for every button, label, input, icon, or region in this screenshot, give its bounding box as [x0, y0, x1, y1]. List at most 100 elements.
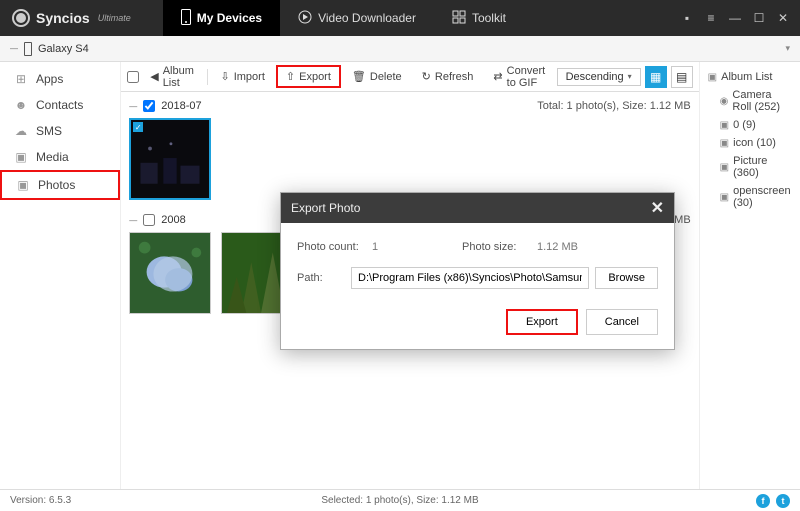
album-label: 0 (9)	[733, 119, 756, 131]
collapse-icon[interactable]: —	[129, 216, 137, 225]
photo-thumbnail[interactable]: ✓	[129, 118, 211, 200]
dialog-title: Export Photo	[291, 201, 360, 215]
tab-toolkit[interactable]: Toolkit	[434, 0, 524, 36]
sidebar-item-apps[interactable]: ⊞ Apps	[0, 66, 120, 92]
album-label: icon (10)	[733, 137, 776, 149]
chevron-down-icon[interactable]: ▾	[785, 43, 790, 54]
tab-label: My Devices	[197, 11, 262, 25]
refresh-button[interactable]: ↻ Refresh	[413, 66, 483, 87]
list-view-icon: ▤	[676, 70, 687, 84]
group-checkbox[interactable]	[143, 100, 155, 112]
device-name[interactable]: Galaxy S4	[38, 43, 779, 55]
nav-tabs: My Devices Video Downloader Toolkit	[163, 0, 524, 36]
album-label: openscreen (30)	[733, 185, 792, 209]
sort-label: Descending	[566, 71, 624, 83]
folder-icon: ▣	[708, 72, 717, 83]
group-checkbox[interactable]	[143, 214, 155, 226]
grid-icon	[452, 10, 466, 27]
view-list-button[interactable]: ▤	[671, 66, 693, 88]
grid-view-icon: ▦	[650, 70, 661, 84]
photos-icon: ▣	[16, 178, 30, 192]
sort-dropdown[interactable]: Descending ▾	[557, 68, 641, 86]
trash-icon: 🗑	[352, 70, 366, 83]
content-toolbar: ◀ Album List ⇩ Import ⇧ Export 🗑 Delete …	[121, 62, 698, 92]
version-label: Version: 6.5.3	[10, 495, 71, 506]
app-header: Syncios Ultimate My Devices Video Downlo…	[0, 0, 800, 36]
sidebar-item-label: SMS	[36, 124, 62, 138]
path-input[interactable]	[351, 267, 589, 289]
logo-icon	[12, 9, 30, 27]
sms-icon: ☁	[14, 124, 28, 138]
select-all-checkbox[interactable]	[127, 71, 139, 83]
collapse-icon[interactable]: —	[129, 102, 137, 111]
separator	[207, 69, 208, 85]
convert-gif-button[interactable]: ⇄ Convert to GIF	[484, 61, 554, 93]
image-icon: ▣	[720, 120, 729, 131]
brand-edition: Ultimate	[98, 13, 131, 23]
close-button[interactable]: ✕	[776, 11, 790, 25]
refresh-icon: ↻	[422, 70, 431, 83]
close-icon[interactable]: ✕	[651, 198, 664, 218]
tool-label: Export	[299, 71, 331, 83]
album-label: Camera Roll (252)	[732, 89, 792, 113]
tool-label: Refresh	[435, 71, 474, 83]
device-selector-row: — Galaxy S4 ▾	[0, 36, 800, 62]
photo-size-label: Photo size:	[462, 241, 537, 253]
group-stats: Total: 1 photo(s), Size: 1.12 MB	[537, 100, 690, 112]
camera-icon: ◉	[720, 96, 729, 107]
check-icon: ✓	[133, 122, 143, 132]
message-icon[interactable]: ▪	[680, 11, 694, 25]
export-button[interactable]: ⇧ Export	[276, 65, 341, 88]
selection-status: Selected: 1 photo(s), Size: 1.12 MB	[321, 495, 478, 506]
export-confirm-button[interactable]: Export	[506, 309, 578, 335]
maximize-button[interactable]: ☐	[752, 11, 766, 25]
heading-label: Album List	[721, 71, 772, 83]
sidebar-item-sms[interactable]: ☁ SMS	[0, 118, 120, 144]
tab-label: Toolkit	[472, 11, 506, 25]
album-item[interactable]: ◉ Camera Roll (252)	[706, 86, 794, 116]
album-label: Picture (360)	[733, 155, 792, 179]
right-panel: ▣ Album List ◉ Camera Roll (252) ▣ 0 (9)…	[700, 62, 800, 489]
export-icon: ⇧	[286, 70, 295, 83]
photo-count-label: Photo count:	[297, 241, 372, 253]
facebook-icon[interactable]: f	[756, 494, 770, 508]
status-bar: Version: 6.5.3 Selected: 1 photo(s), Siz…	[0, 489, 800, 511]
album-list-button[interactable]: ◀ Album List	[141, 61, 203, 93]
album-list-heading[interactable]: ▣ Album List	[706, 68, 794, 86]
delete-button[interactable]: 🗑 Delete	[343, 66, 411, 87]
export-photo-dialog: Export Photo ✕ Photo count: 1 Photo size…	[280, 192, 675, 350]
tab-label: Video Downloader	[318, 11, 416, 25]
app-logo: Syncios Ultimate	[0, 9, 143, 27]
path-label: Path:	[297, 272, 345, 284]
image-icon: ▣	[720, 138, 729, 149]
menu-icon[interactable]: ≡	[704, 11, 718, 25]
tool-label: Album List	[163, 65, 194, 89]
twitter-icon[interactable]: t	[776, 494, 790, 508]
album-item[interactable]: ▣ openscreen (30)	[706, 182, 794, 212]
brand-name: Syncios	[36, 10, 90, 26]
album-item[interactable]: ▣ 0 (9)	[706, 116, 794, 134]
group-header: — 2018-07 Total: 1 photo(s), Size: 1.12 …	[129, 96, 690, 118]
photo-count-value: 1	[372, 241, 462, 253]
sidebar-item-photos[interactable]: ▣ Photos	[0, 170, 120, 200]
cancel-button[interactable]: Cancel	[586, 309, 658, 335]
browse-button[interactable]: Browse	[595, 267, 658, 289]
dialog-header: Export Photo ✕	[281, 193, 674, 223]
tab-video-downloader[interactable]: Video Downloader	[280, 0, 434, 36]
tool-label: Delete	[370, 71, 402, 83]
import-icon: ⇩	[220, 70, 229, 83]
album-item[interactable]: ▣ icon (10)	[706, 134, 794, 152]
album-item[interactable]: ▣ Picture (360)	[706, 152, 794, 182]
sidebar-item-label: Media	[36, 150, 69, 164]
collapse-icon[interactable]: —	[10, 44, 18, 53]
view-grid-button[interactable]: ▦	[645, 66, 667, 88]
sidebar-item-contacts[interactable]: ☻ Contacts	[0, 92, 120, 118]
group-name: 2018-07	[161, 100, 201, 112]
image-icon: ▣	[720, 162, 729, 173]
window-controls: ▪ ≡ — ☐ ✕	[670, 11, 800, 25]
photo-thumbnail[interactable]	[129, 232, 211, 314]
minimize-button[interactable]: —	[728, 11, 742, 25]
tab-my-devices[interactable]: My Devices	[163, 0, 280, 36]
sidebar-item-media[interactable]: ▣ Media	[0, 144, 120, 170]
import-button[interactable]: ⇩ Import	[211, 66, 273, 87]
